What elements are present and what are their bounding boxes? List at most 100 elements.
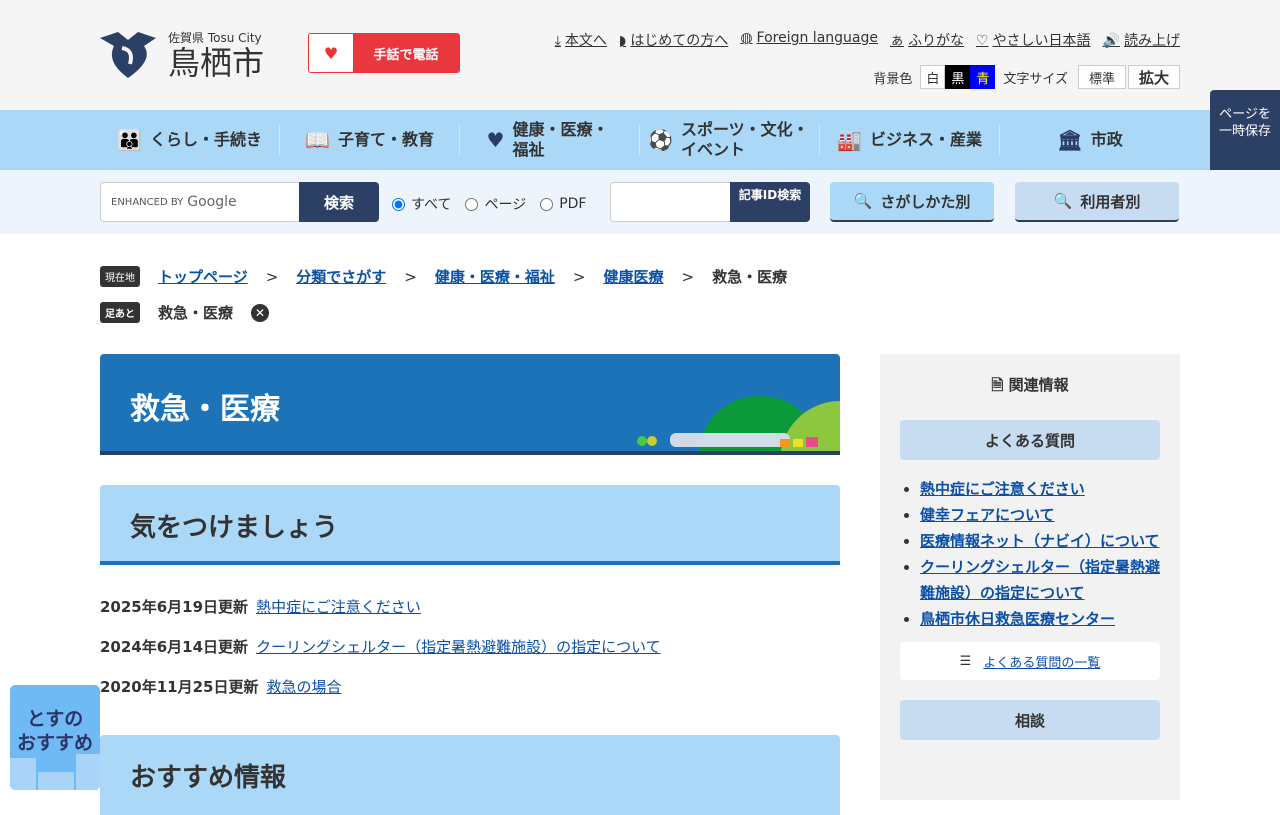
breadcrumb-link[interactable]: トップページ — [158, 266, 248, 287]
font-size-label: 文字サイズ — [1003, 71, 1068, 87]
heart-icon: ♡ — [976, 33, 989, 49]
list-item: 熱中症にご注意ください — [920, 476, 1160, 502]
nav-item-sports[interactable]: ⚽ スポーツ・文化・イベント — [640, 120, 820, 159]
search-by-user-button[interactable]: 🔍 利用者別 — [1015, 182, 1179, 222]
news-link[interactable]: 救急の場合 — [267, 676, 342, 697]
site-search-input[interactable]: ENHANCED BY Google — [100, 182, 300, 222]
tel-label: 手話で電話 — [353, 34, 459, 72]
related-info-sidebar: 🗎 関連情報 よくある質問 熱中症にご注意ください 健幸フェアについて 医療情報… — [880, 354, 1180, 800]
faq-link[interactable]: 熱中症にご注意ください — [920, 480, 1085, 498]
list-icon: ☰ — [959, 653, 972, 669]
util-link-1[interactable]: ◗ はじめての方へ — [619, 30, 728, 50]
beginner-icon: ◗ — [618, 33, 627, 49]
news-date: 2025年6月19日更新 — [100, 598, 249, 616]
util-label: 読み上げ — [1124, 33, 1180, 49]
section-heading: 気をつけましょう — [100, 485, 840, 565]
footprint-item[interactable]: 救急・医療 — [158, 302, 233, 323]
news-item: 2024年6月14日更新 クーリングシェルター（指定暑熱避難施設）の指定について — [100, 636, 661, 657]
nav-item-childcare[interactable]: 📖 子育て・教育 — [280, 124, 460, 156]
furigana-icon: ぁ — [890, 33, 904, 49]
article-id-search-button[interactable]: 記事ID検索 — [730, 182, 810, 222]
news-date: 2020年11月25日更新 — [100, 678, 259, 696]
bg-blue-button[interactable]: 青 — [970, 65, 996, 89]
faq-list: 熱中症にご注意ください 健幸フェアについて 医療情報ネット（ナビイ）について ク… — [920, 476, 1160, 632]
footprint: 足あと 救急・医療 ✕ — [100, 302, 270, 323]
nav-label: スポーツ・文化・イベント — [680, 120, 809, 159]
nav-item-living[interactable]: 👪 くらし・手続き — [100, 124, 280, 156]
nav-label: 市政 — [1090, 130, 1123, 149]
close-icon[interactable]: ✕ — [251, 303, 270, 322]
heart-icon: ♥ — [486, 128, 505, 152]
search-by-method-button[interactable]: 🔍 さがしかた別 — [830, 182, 994, 222]
util-label: ふりがな — [908, 33, 964, 49]
google-label: ENHANCED BY — [111, 196, 184, 208]
breadcrumb-current: 救急・医療 — [712, 268, 788, 286]
city-emblem-icon — [100, 32, 156, 78]
logo-subtitle: 佐賀県 Tosu City — [168, 30, 262, 45]
news-date: 2024年6月14日更新 — [100, 638, 249, 656]
util-link-3[interactable]: ぁふりがな — [890, 30, 964, 50]
breadcrumb-link[interactable]: 健康医療 — [603, 266, 663, 287]
breadcrumb-sep: > — [265, 267, 279, 286]
bg-white-button[interactable]: 白 — [920, 65, 946, 89]
nav-label: 子育て・教育 — [337, 130, 434, 149]
radio-page[interactable]: ページ — [465, 194, 526, 214]
list-item: 医療情報ネット（ナビイ）について — [920, 528, 1160, 554]
util-link-4[interactable]: ♡ やさしい日本語 — [976, 30, 1091, 50]
button-label: さがしかた別 — [880, 192, 971, 211]
download-icon: ⤓ — [554, 33, 561, 49]
breadcrumb-sep: > — [572, 267, 586, 286]
google-brand: Google — [187, 194, 237, 210]
bg-color-label: 背景色 — [873, 71, 913, 87]
news-link[interactable]: クーリングシェルター（指定暑熱避難施設）の指定について — [256, 636, 661, 657]
nav-item-city[interactable]: 🏛 市政 — [1000, 124, 1180, 156]
header: 佐賀県 Tosu City 鳥栖市 ♥ 手話で電話 ⤓ 本文へ ◗ はじめての方へ ◍… — [0, 0, 1280, 110]
relay-service-logo-icon: ♥ — [323, 43, 339, 63]
news-item: 2020年11月25日更新 救急の場合 — [100, 676, 342, 697]
factory-icon: 🏭 — [837, 128, 862, 152]
page-title: 救急・医療 — [130, 392, 280, 427]
util-link-0[interactable]: ⤓ 本文へ — [555, 30, 607, 50]
article-id-input[interactable] — [610, 182, 731, 222]
landscape-illustration-icon — [637, 396, 840, 451]
font-large-button[interactable]: 拡大 — [1127, 65, 1180, 89]
faq-link[interactable]: 鳥栖市休日救急医療センター — [920, 610, 1115, 628]
font-normal-button[interactable]: 標準 — [1077, 65, 1126, 89]
faq-link[interactable]: 医療情報ネット（ナビイ）について — [920, 532, 1160, 550]
ball-icon: ⚽ — [648, 128, 673, 152]
city-buildings-icon — [10, 754, 100, 790]
bg-black-button[interactable]: 黒 — [945, 65, 971, 89]
utility-links: ⤓ 本文へ ◗ はじめての方へ ◍ Foreign language ぁふりがな ♡ や… — [555, 30, 1180, 50]
breadcrumb-sep: > — [404, 267, 417, 286]
list-item: 鳥栖市休日救急医療センター — [920, 606, 1160, 632]
util-link-5[interactable]: 🔊 読み上げ — [1103, 30, 1180, 50]
nav-item-health[interactable]: ♥ 健康・医療・福祉 — [460, 120, 640, 159]
related-info-heading: 🗎 関連情報 — [900, 374, 1160, 400]
faq-link[interactable]: 健幸フェアについて — [920, 506, 1055, 524]
radio-all[interactable]: すべて — [392, 194, 451, 214]
display-options: 背景色 白 黒 青 文字サイズ 標準 拡大 — [865, 65, 1180, 89]
site-logo[interactable]: 佐賀県 Tosu City 鳥栖市 — [98, 28, 264, 80]
search-bar: ENHANCED BY Google 検索 すべて ページ PDF 記事ID検索 … — [0, 170, 1280, 234]
radio-label: すべて — [411, 197, 452, 213]
global-nav: 👪 くらし・手続き 📖 子育て・教育 ♥ 健康・医療・福祉 ⚽ スポーツ・文化・イベント… — [0, 110, 1280, 170]
nav-item-business[interactable]: 🏭 ビジネス・産業 — [820, 124, 1000, 156]
breadcrumb: 現在地 トップページ > 分類でさがす > 健康・医療・福祉 > 健康医療 > 救急・医… — [100, 266, 787, 287]
logo-title: 鳥栖市 — [168, 43, 265, 82]
search-icon: 🔍 — [1053, 192, 1073, 210]
breadcrumb-link[interactable]: 健康・医療・福祉 — [435, 266, 555, 287]
book-icon: 📖 — [305, 128, 330, 152]
globe-icon: ◍ — [740, 30, 753, 46]
sign-language-phone-button[interactable]: ♥ 手話で電話 — [308, 33, 460, 73]
breadcrumb-sep: > — [681, 267, 695, 286]
tosu-recommend-banner[interactable]: とすの おすすめ — [10, 685, 100, 790]
radio-pdf[interactable]: PDF — [540, 194, 586, 214]
search-button[interactable]: 検索 — [299, 182, 379, 222]
util-link-2[interactable]: ◍ Foreign language — [740, 30, 878, 50]
city-icon: 🏛 — [1057, 128, 1083, 152]
faq-link[interactable]: クーリングシェルター（指定暑熱避難施設）の指定について — [920, 558, 1160, 602]
news-link[interactable]: 熱中症にご注意ください — [256, 596, 421, 617]
search-icon: 🔍 — [853, 192, 873, 210]
breadcrumb-link[interactable]: 分類でさがす — [296, 266, 386, 287]
faq-more-link[interactable]: ☰ よくある質問の一覧 — [900, 642, 1160, 680]
